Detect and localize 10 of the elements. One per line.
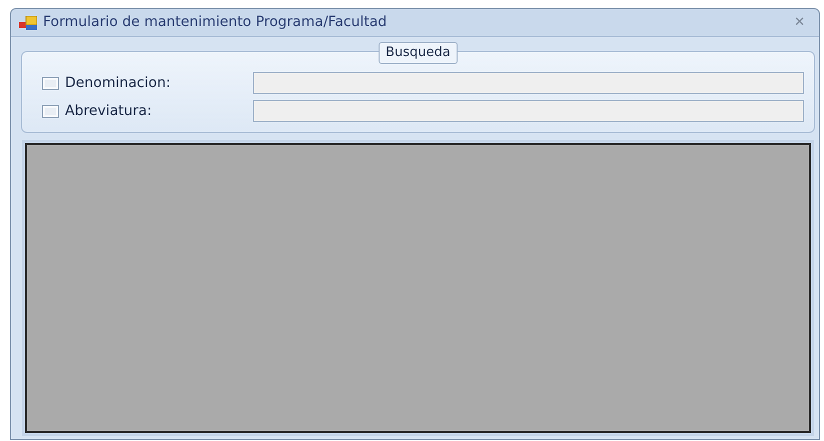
- field-label: Abreviatura:: [65, 102, 153, 120]
- field-label: Denominacion:: [65, 74, 172, 92]
- checkbox[interactable]: [42, 104, 59, 118]
- checkbox[interactable]: [42, 76, 59, 90]
- input-field[interactable]: [253, 100, 804, 122]
- app-icon: [19, 16, 37, 30]
- window-title: Formulario de mantenimiento Programa/Facultad: [43, 13, 387, 32]
- close-button[interactable]: ✕: [788, 12, 811, 32]
- group-title: Busqueda: [378, 42, 458, 64]
- input-field[interactable]: [253, 72, 804, 94]
